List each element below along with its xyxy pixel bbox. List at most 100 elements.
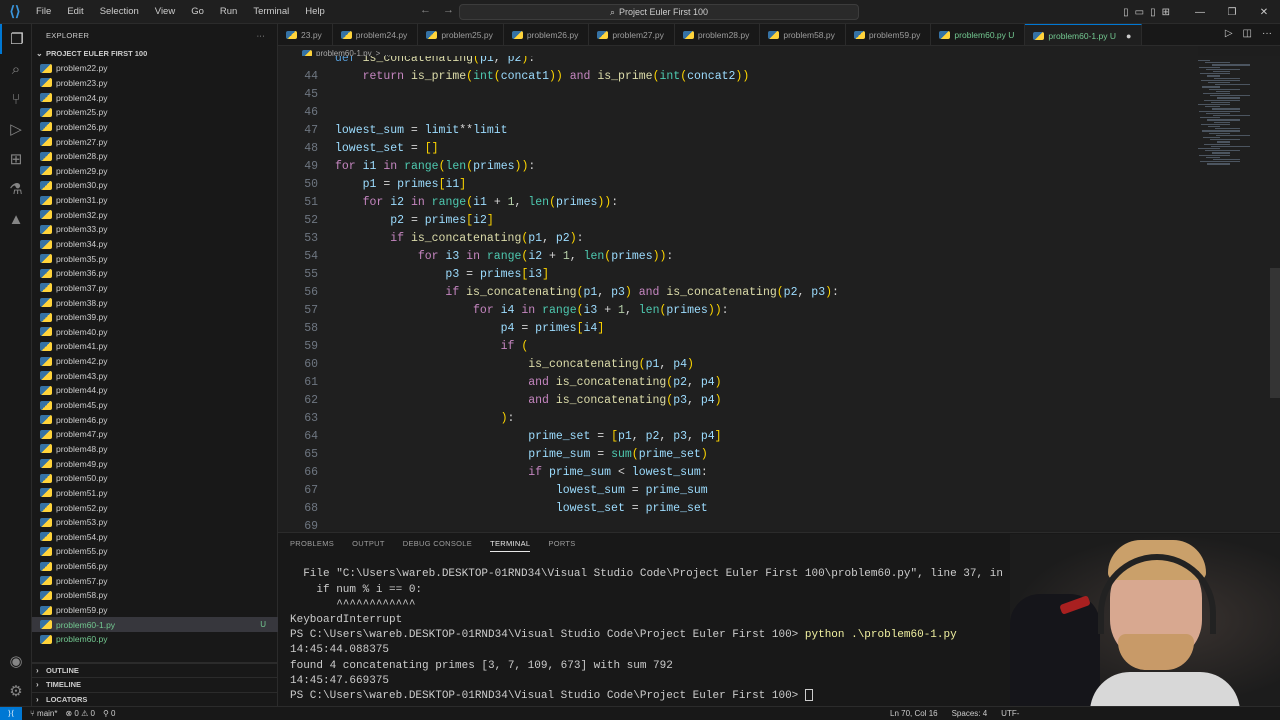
sidebar-file-item[interactable]: problem22.py [32,61,278,76]
source-control-icon[interactable]: ⑂ [0,84,32,114]
sidebar-file-item[interactable]: problem35.py [32,251,278,266]
code-line[interactable]: 53 if is_concatenating(p1, p2): [278,230,1280,248]
code-line[interactable]: 67 lowest_sum = prime_sum [278,482,1280,500]
code-line[interactable]: 64 prime_set = [p1, p2, p3, p4] [278,428,1280,446]
menu-selection[interactable]: Selection [92,0,147,24]
sidebar-file-item[interactable]: problem30.py [32,178,278,193]
menu-view[interactable]: View [147,0,183,24]
sidebar-file-item[interactable]: problem51.py [32,486,278,501]
sidebar-file-item[interactable]: problem42.py [32,354,278,369]
toggle-secondary-sidebar-icon[interactable]: ▯ [1150,7,1156,18]
code-line[interactable]: 61 and is_concatenating(p2, p4) [278,374,1280,392]
menu-edit[interactable]: Edit [59,0,91,24]
problems-status[interactable]: ⊗ 0 ⚠ 0 [65,709,94,718]
sidebar-file-item[interactable]: problem25.py [32,105,278,120]
unsaved-dot-icon[interactable]: ● [1126,31,1131,41]
restore-icon[interactable]: ❐ [1216,7,1248,18]
code-line[interactable]: 49 for i1 in range(len(primes)): [278,158,1280,176]
minimize-icon[interactable]: — [1184,7,1216,18]
sidebar-file-item[interactable]: problem39.py [32,310,278,325]
code-line[interactable]: 44 return is_prime(int(concat1)) and is_… [278,68,1280,86]
toggle-panel-icon[interactable]: ▭ [1135,7,1144,18]
project-folder[interactable]: ⌄ PROJECT EULER FIRST 100 [32,46,277,61]
sidebar-file-item[interactable]: problem32.py [32,207,278,222]
editor-tab[interactable]: problem26.py [504,24,590,45]
editor-tab[interactable]: problem27.py [589,24,675,45]
indentation[interactable]: Spaces: 4 [952,709,988,718]
more-actions-icon[interactable]: ··· [257,31,265,40]
code-line[interactable]: 54 for i3 in range(i2 + 1, len(primes)): [278,248,1280,266]
code-line[interactable]: 57 for i4 in range(i3 + 1, len(primes)): [278,302,1280,320]
close-icon[interactable]: ✕ [1248,7,1280,18]
tab-terminal[interactable]: TERMINAL [490,539,531,552]
run-file-icon[interactable]: ▷ [1225,28,1233,39]
code-line[interactable]: 60 is_concatenating(p1, p4) [278,356,1280,374]
manage-gear-icon[interactable]: ⚙ [0,676,32,706]
back-arrow-icon[interactable]: ← [420,4,431,16]
account-icon[interactable]: ◉ [0,646,32,676]
code-line[interactable]: 47 lowest_sum = limit**limit [278,122,1280,140]
sidebar-file-item[interactable]: problem33.py [32,222,278,237]
code-line[interactable]: 48 lowest_set = [] [278,140,1280,158]
editor-tab[interactable]: problem28.py [675,24,761,45]
menu-run[interactable]: Run [212,0,245,24]
code-line[interactable]: 52 p2 = primes[i2] [278,212,1280,230]
sidebar-file-item[interactable]: problem29.py [32,163,278,178]
outline-section[interactable]: › OUTLINE [32,662,278,678]
sidebar-file-item[interactable]: problem36.py [32,266,278,281]
sidebar-file-item[interactable]: problem38.py [32,295,278,310]
minimap[interactable] [1194,60,1274,170]
search-view-icon[interactable]: ⌕ [0,54,32,84]
menu-file[interactable]: File [28,0,59,24]
tab-debug-console[interactable]: DEBUG CONSOLE [403,539,472,552]
cursor-position[interactable]: Ln 70, Col 16 [890,709,938,718]
locators-section[interactable]: › LOCATORS [32,691,278,707]
sidebar-file-item[interactable]: problem55.py [32,544,278,559]
code-line[interactable]: 59 if ( [278,338,1280,356]
sidebar-file-item[interactable]: problem50.py [32,471,278,486]
sidebar-file-item[interactable]: problem44.py [32,383,278,398]
editor-tab[interactable]: problem25.py [418,24,504,45]
code-line[interactable]: 50 p1 = primes[i1] [278,176,1280,194]
code-line[interactable]: 58 p4 = primes[i4] [278,320,1280,338]
encoding[interactable]: UTF- [1001,709,1019,718]
sidebar-file-item[interactable]: problem47.py [32,427,278,442]
tab-problems[interactable]: PROBLEMS [290,539,334,552]
editor-scrollbar[interactable] [1270,268,1280,398]
forward-arrow-icon[interactable]: → [443,4,454,16]
sidebar-file-item[interactable]: problem31.py [32,193,278,208]
sidebar-file-item[interactable]: problem24.py [32,90,278,105]
ports-status[interactable]: ⚲ 0 [103,709,116,718]
code-line[interactable]: 51 for i2 in range(i1 + 1, len(primes)): [278,194,1280,212]
code-line[interactable]: 68 lowest_set = prime_set [278,500,1280,518]
menu-terminal[interactable]: Terminal [245,0,297,24]
testing-icon[interactable]: ⚗ [0,174,32,204]
timeline-section[interactable]: › TIMELINE [32,677,278,692]
more-editor-actions-icon[interactable]: ··· [1262,28,1272,39]
tab-output[interactable]: OUTPUT [352,539,385,552]
code-line[interactable]: 66 if prime_sum < lowest_sum: [278,464,1280,482]
menu-go[interactable]: Go [183,0,212,24]
editor-tab[interactable]: problem24.py [333,24,419,45]
command-center-search[interactable]: ⌕ Project Euler First 100 [459,4,859,20]
sidebar-file-item[interactable]: problem48.py [32,442,278,457]
sidebar-file-item[interactable]: problem60-1.py U [32,617,278,632]
code-line[interactable]: 65 prime_sum = sum(prime_set) [278,446,1280,464]
code-line[interactable]: 69 [278,518,1280,530]
editor-tab[interactable]: 23.py [278,24,333,45]
code-line[interactable]: 45 [278,86,1280,104]
sidebar-file-item[interactable]: problem56.py [32,559,278,574]
remote-explorer-icon[interactable]: ▲ [0,204,32,234]
sidebar-file-item[interactable]: problem58.py [32,588,278,603]
code-line[interactable]: 56 if is_concatenating(p1, p3) and is_co… [278,284,1280,302]
split-editor-icon[interactable]: ◫ [1243,28,1252,39]
sidebar-file-item[interactable]: problem23.py [32,76,278,91]
sidebar-file-item[interactable]: problem53.py [32,515,278,530]
extensions-icon[interactable]: ⊞ [0,144,32,174]
sidebar-file-item[interactable]: problem26.py [32,120,278,135]
code-line[interactable]: def is_concatenating(p1, p2): [278,56,1280,68]
code-line[interactable]: 62 and is_concatenating(p3, p4) [278,392,1280,410]
code-line[interactable]: 55 p3 = primes[i3] [278,266,1280,284]
sidebar-file-item[interactable]: problem34.py [32,237,278,252]
editor-tab[interactable]: problem59.py [846,24,932,45]
